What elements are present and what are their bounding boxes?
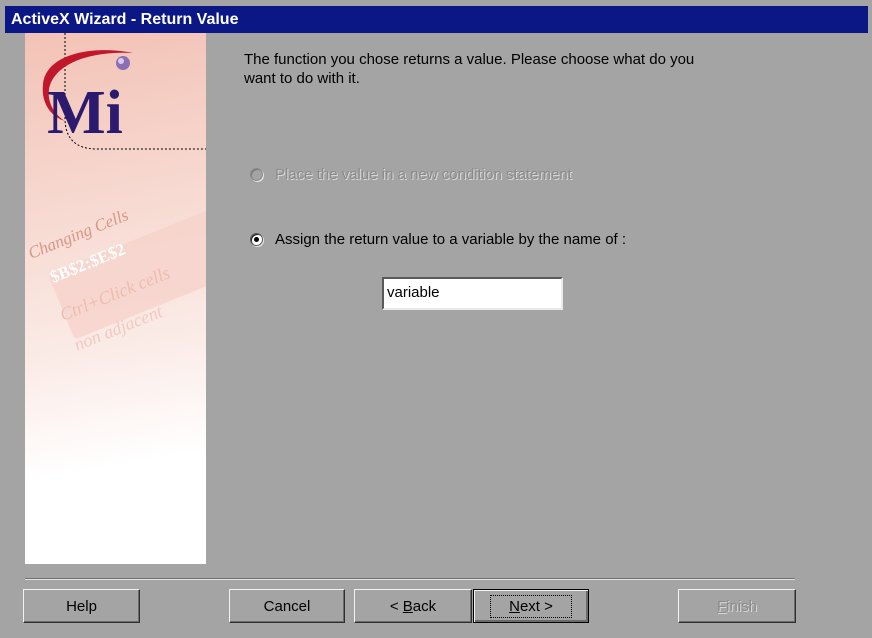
option-assign-variable[interactable]: Assign the return value to a variable by…: [250, 231, 626, 248]
radio-condition-statement: [250, 168, 263, 181]
help-button-label: Help: [66, 597, 97, 615]
option-condition-statement: Place the value in a new condition state…: [250, 166, 572, 183]
logo-letters: Mi: [47, 79, 123, 143]
finish-button: Finish: [678, 589, 796, 623]
wizard-side-image: Changing Cells $B$2:$E$2 Ctrl+Click cell…: [25, 33, 206, 564]
back-button-label: < Back: [389, 597, 437, 615]
help-button[interactable]: Help: [23, 589, 140, 623]
title-bar: ActiveX Wizard - Return Value: [5, 6, 868, 33]
next-button-label: Next >: [490, 594, 572, 618]
mercury-logo: Mi: [42, 50, 134, 143]
back-button[interactable]: < Back: [354, 589, 472, 623]
cancel-button-label: Cancel: [263, 597, 311, 615]
wizard-content: The function you chose returns a value. …: [244, 50, 724, 88]
variable-name-input[interactable]: variable: [382, 277, 563, 310]
finish-button-label: Finish: [716, 597, 758, 615]
description-text: The function you chose returns a value. …: [244, 51, 695, 87]
cancel-button[interactable]: Cancel: [229, 589, 345, 623]
option-condition-label: Place the value in a new condition state…: [275, 166, 572, 183]
activex-wizard-dialog: ActiveX Wizard - Return Value Changing C…: [0, 0, 872, 638]
next-button[interactable]: Next >: [473, 589, 589, 623]
window-title: ActiveX Wizard - Return Value: [11, 11, 239, 28]
option-assign-label[interactable]: Assign the return value to a variable by…: [275, 231, 626, 248]
button-divider: [25, 578, 795, 580]
radio-assign-variable[interactable]: [250, 233, 263, 246]
